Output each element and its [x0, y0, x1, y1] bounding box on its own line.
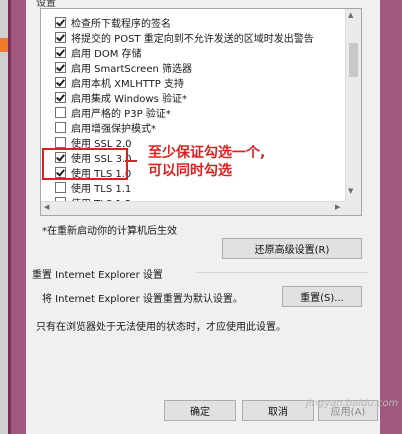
settings-list-item[interactable]: 将提交的 POST 重定向到不允许发送的区域时发出警告 [55, 30, 314, 45]
settings-list-vertical-scrollbar[interactable]: ▲ ▼ [345, 9, 361, 215]
checkbox-checked[interactable] [55, 91, 66, 103]
scroll-up-arrow-icon[interactable]: ▲ [348, 11, 353, 19]
advanced-settings-dialog: 设置 检查所下载程序的签名 将提交的 POST 重定向到不允许发送的区域时发出警告… [26, 0, 398, 434]
settings-item-label: 启用本机 XMLHTTP 支持 [71, 78, 184, 90]
cancel-button[interactable]: 取消 [242, 400, 314, 421]
scrollbar-thumb[interactable] [349, 43, 358, 77]
annotation-text: 至少保证勾选一个, 可以同时勾选 [148, 144, 265, 180]
restart-note: *在重新启动你的计算机后生效 [42, 226, 177, 237]
settings-list-horizontal-scrollbar[interactable]: ◀ ▶ [41, 201, 346, 215]
annotation-connector [125, 160, 137, 162]
window-frame-edge [8, 0, 11, 434]
scroll-right-arrow-icon[interactable]: ▶ [335, 203, 340, 211]
settings-item-label: 启用 SmartScreen 筛选器 [71, 63, 192, 75]
window-frame-right [380, 0, 402, 434]
background-window-strip [0, 0, 8, 434]
settings-list-item[interactable]: 使用 TLS 1.1 [55, 180, 132, 195]
reset-button[interactable]: 重置(S)... [282, 286, 362, 307]
reset-description: 将 Internet Explorer 设置重置为默认设置。 [42, 294, 243, 305]
checkbox-unchecked[interactable] [55, 136, 66, 148]
settings-list-item[interactable]: 启用增强保护模式* [55, 120, 156, 135]
settings-list-item[interactable]: 启用 SmartScreen 筛选器 [55, 60, 192, 75]
settings-list-item[interactable]: 检查所下载程序的签名 [55, 15, 171, 30]
settings-item-label: 将提交的 POST 重定向到不允许发送的区域时发出警告 [71, 33, 314, 45]
annotation-line-2: 可以同时勾选 [148, 163, 232, 179]
settings-list-item[interactable]: 使用 SSL 2.0 [55, 135, 132, 150]
settings-list[interactable]: 检查所下载程序的签名将提交的 POST 重定向到不允许发送的区域时发出警告 启用 … [40, 8, 362, 216]
settings-item-label: 启用 DOM 存储 [71, 48, 142, 60]
checkbox-checked[interactable] [55, 31, 66, 43]
settings-item-label: 检查所下载程序的签名 [71, 18, 171, 30]
background-tab-marker [0, 38, 8, 52]
restore-advanced-settings-button[interactable]: 还原高级设置(R) [222, 238, 362, 259]
checkbox-unchecked[interactable] [55, 106, 66, 118]
settings-item-label: 启用严格的 P3P 验证* [71, 108, 171, 120]
settings-list-item[interactable]: 启用集成 Windows 验证* [55, 90, 187, 105]
checkbox-checked[interactable] [55, 76, 66, 88]
group-divider [196, 272, 368, 273]
checkbox-checked[interactable] [55, 46, 66, 58]
watermark: jingyan.baidu.com [306, 398, 399, 409]
ok-button[interactable]: 确定 [164, 400, 236, 421]
settings-item-label: 使用 TLS 1.1 [71, 183, 132, 195]
scroll-left-arrow-icon[interactable]: ◀ [44, 203, 49, 211]
checkbox-unchecked[interactable] [55, 121, 66, 133]
reset-group-title: 重置 Internet Explorer 设置 [32, 270, 163, 281]
checkbox-unchecked[interactable] [55, 181, 66, 193]
checkbox-checked[interactable] [55, 16, 66, 28]
settings-list-item[interactable]: 启用本机 XMLHTTP 支持 [55, 75, 184, 90]
settings-list-item[interactable]: 启用严格的 P3P 验证* [55, 105, 171, 120]
scroll-down-arrow-icon[interactable]: ▼ [348, 187, 353, 195]
annotation-highlight-box [42, 148, 128, 180]
settings-list-item[interactable]: 启用 DOM 存储 [55, 45, 142, 60]
settings-item-label: 启用集成 Windows 验证* [71, 93, 187, 105]
reset-warning-note: 只有在浏览器处于无法使用的状态时，才应使用此设置。 [36, 322, 286, 333]
settings-item-label: 启用增强保护模式* [71, 123, 156, 135]
checkbox-checked[interactable] [55, 61, 66, 73]
annotation-line-1: 至少保证勾选一个, [148, 145, 266, 161]
